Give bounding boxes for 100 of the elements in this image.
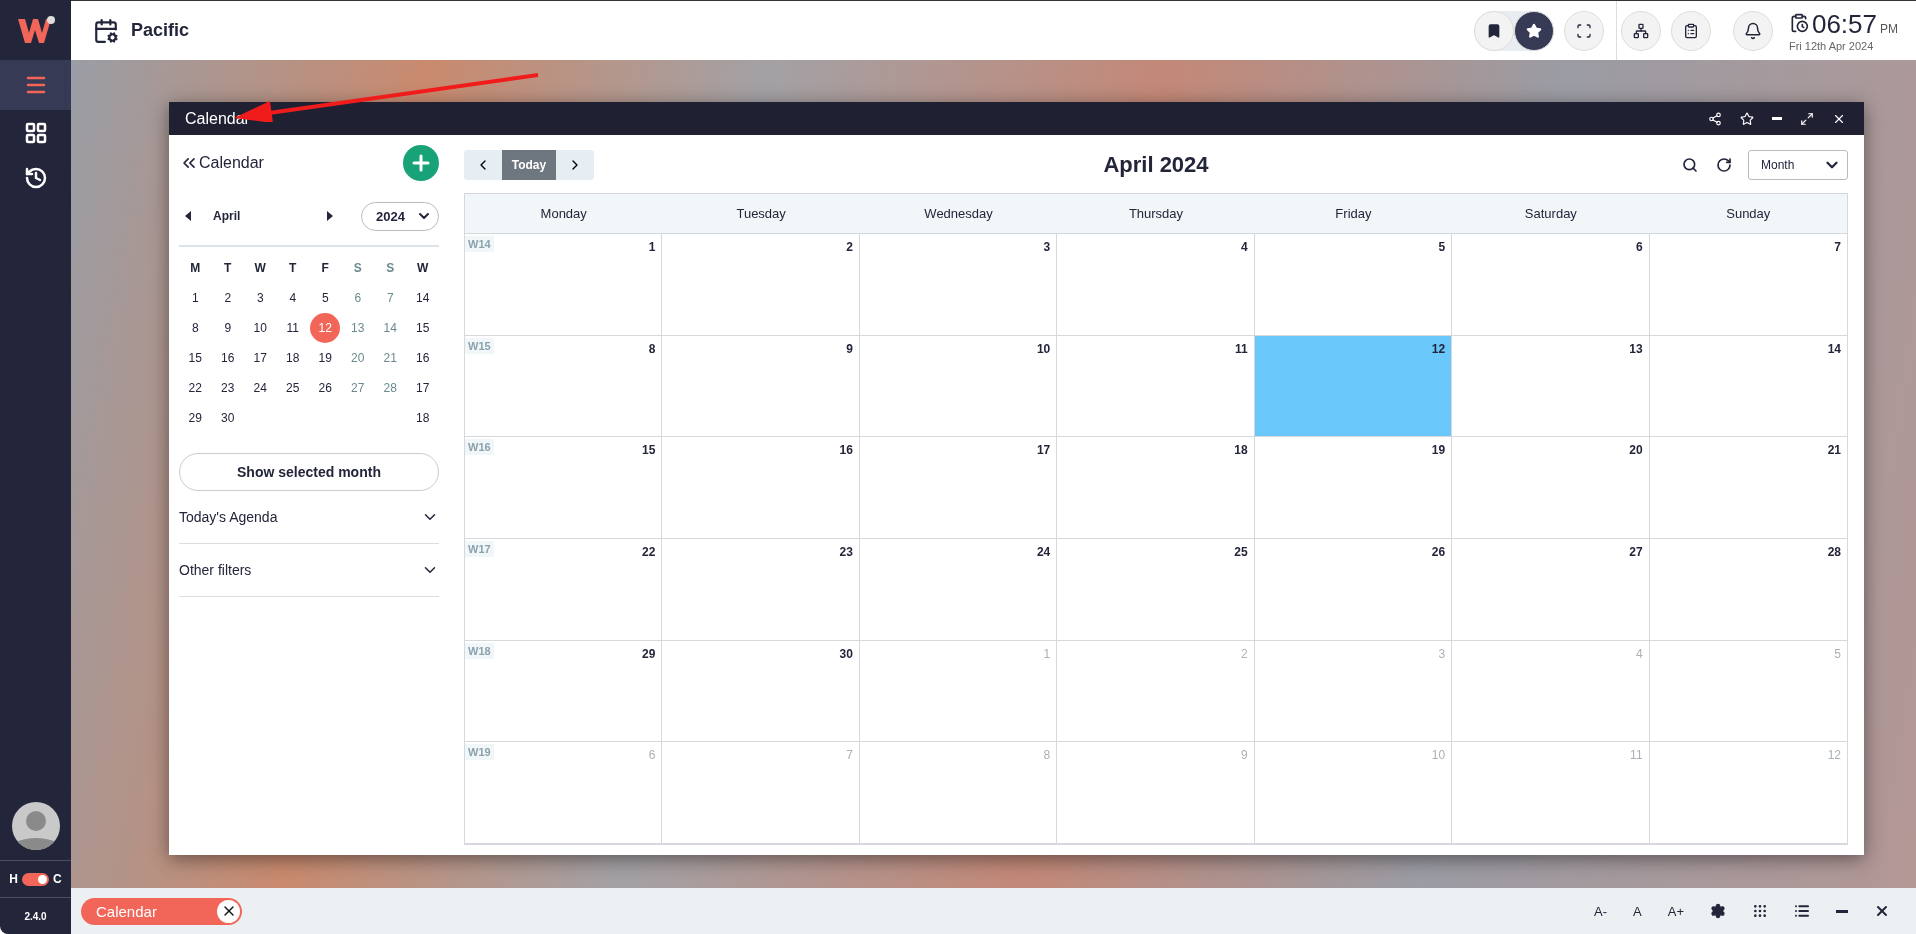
mini-calendar-day[interactable]: 28 — [375, 373, 406, 403]
mini-calendar-day[interactable]: 9 — [212, 313, 243, 343]
mini-calendar-day[interactable]: 6 — [342, 283, 373, 313]
mini-calendar-day[interactable]: 20 — [342, 343, 373, 373]
font-size-button[interactable]: A+ — [1665, 901, 1686, 921]
caret-right-icon — [327, 211, 333, 221]
toggle-right-label: C — [53, 872, 62, 886]
font-size-button[interactable]: A- — [1592, 901, 1610, 921]
font-size-button[interactable]: A — [1631, 901, 1644, 921]
day-cell[interactable]: W15 8 — [465, 335, 663, 438]
day-cell[interactable]: W16 15 — [465, 437, 663, 539]
day-cell[interactable]: 11 — [1057, 335, 1255, 438]
mini-calendar-day[interactable]: 5 — [310, 283, 341, 313]
today-button[interactable]: Today — [502, 150, 556, 180]
mini-calendar-day[interactable]: 14 — [375, 313, 406, 343]
day-cell[interactable]: 16 — [662, 437, 860, 539]
week-number: 14 — [415, 290, 431, 307]
mini-calendar-day[interactable]: 10 — [245, 313, 276, 343]
list-icon — [1794, 903, 1810, 919]
week-label: W15 — [465, 337, 494, 354]
day-cell[interactable]: 5 — [1254, 234, 1453, 336]
day-number: 2 — [1241, 646, 1248, 661]
day-number: 10 — [1036, 341, 1051, 356]
day-cell[interactable]: 13 — [1452, 335, 1650, 438]
day-number: 11 — [1235, 341, 1248, 356]
day-cell[interactable]: 23 — [662, 539, 860, 641]
mini-calendar-day[interactable]: 2 — [212, 283, 243, 313]
mini-calendar-day[interactable]: 25 — [277, 373, 308, 403]
day-cell[interactable]: 30 — [662, 640, 860, 743]
close-icon — [1874, 903, 1890, 919]
day-cell[interactable]: W17 22 — [465, 539, 663, 641]
day-cell[interactable]: 20 — [1452, 437, 1650, 539]
search-button[interactable] — [1680, 155, 1700, 175]
day-cell[interactable]: 17 — [859, 437, 1058, 539]
calendar-icon — [93, 17, 119, 44]
mini-calendar-day[interactable]: 22 — [180, 373, 211, 403]
day-cell[interactable]: 27 — [1452, 539, 1650, 641]
collapse-panel-link[interactable]: Calendar — [179, 153, 264, 173]
day-cell[interactable]: W18 29 — [465, 640, 663, 743]
day-number: 10 — [1431, 748, 1446, 763]
mini-calendar-day[interactable]: 11 — [277, 313, 308, 343]
day-cell[interactable]: 6 — [1452, 234, 1650, 336]
accordion-header[interactable]: Today's Agenda — [179, 491, 439, 544]
day-number: 9 — [846, 341, 853, 356]
mini-calendar-day[interactable]: 30 — [212, 403, 243, 433]
mini-calendar-day[interactable]: 8 — [180, 313, 211, 343]
day-cell[interactable]: 26 — [1254, 539, 1453, 641]
pin-toggle-button[interactable] — [1513, 10, 1554, 51]
close-tab-button[interactable] — [217, 899, 240, 923]
mini-calendar-day[interactable]: 17 — [245, 343, 276, 373]
mini-calendar-day[interactable]: 21 — [375, 343, 406, 373]
day-cell[interactable]: 12 — [1254, 335, 1453, 438]
day-number: 6 — [648, 748, 656, 763]
weekday-header: M — [189, 260, 202, 277]
mini-calendar-day[interactable]: 19 — [310, 343, 341, 373]
show-selected-month-button[interactable]: Show selected month — [179, 453, 439, 491]
day-column-header: Monday — [465, 194, 663, 234]
avatar-silhouette[interactable] — [11, 802, 60, 850]
refresh-button[interactable] — [1714, 155, 1734, 175]
mini-calendar-day[interactable]: 7 — [375, 283, 406, 313]
day-cell[interactable]: 3 — [859, 234, 1058, 336]
day-cell[interactable]: 25 — [1057, 539, 1255, 641]
settings-button[interactable] — [1708, 901, 1728, 921]
mini-calendar-day[interactable]: 1 — [180, 283, 211, 313]
add-event-button[interactable] — [403, 145, 439, 181]
day-cell[interactable]: 2 — [662, 234, 860, 336]
mini-calendar-day[interactable]: 16 — [212, 343, 243, 373]
mini-calendar-day[interactable]: 13 — [342, 313, 373, 343]
theme-toggle[interactable] — [22, 872, 49, 886]
mini-calendar-day[interactable]: 15 — [180, 343, 211, 373]
bell-icon — [1743, 21, 1762, 40]
mini-calendar-day[interactable]: 18 — [277, 343, 308, 373]
dots-grid-icon — [1752, 903, 1768, 919]
weekday-header: S — [385, 260, 396, 277]
mini-calendar-day[interactable]: 26 — [310, 373, 341, 403]
fullscreen-icon — [1575, 22, 1592, 39]
mini-calendar-day[interactable]: 24 — [245, 373, 276, 403]
day-cell[interactable]: 18 — [1057, 437, 1255, 539]
mini-calendar-day[interactable]: 27 — [342, 373, 373, 403]
day-number: 15 — [642, 443, 656, 458]
mini-calendar-day[interactable]: 4 — [277, 283, 308, 313]
weekday-header: W — [253, 260, 267, 277]
day-column-header: Wednesday — [859, 194, 1058, 234]
accordion-header[interactable]: Other filters — [179, 544, 439, 597]
day-number: 3 — [1043, 240, 1051, 254]
day-cell[interactable]: 10 — [859, 335, 1058, 438]
year-select[interactable]: 2024 — [361, 201, 439, 231]
mini-calendar-day[interactable]: 29 — [180, 403, 211, 433]
day-cell[interactable]: 24 — [859, 539, 1058, 641]
day-cell[interactable]: 4 — [1057, 234, 1255, 336]
pin-toggle-button[interactable] — [1473, 10, 1514, 51]
view-select[interactable]: Month — [1748, 150, 1848, 180]
settings-icon — [1710, 903, 1726, 919]
day-cell[interactable]: 19 — [1254, 437, 1453, 539]
mini-calendar-day[interactable]: 3 — [245, 283, 276, 313]
day-cell[interactable]: W14 1 — [465, 234, 663, 336]
day-cell[interactable]: 9 — [662, 335, 860, 438]
mini-calendar-day[interactable]: 23 — [212, 373, 243, 403]
clock-meridiem: PM — [1880, 22, 1898, 36]
hierarchy-button[interactable] — [1620, 10, 1661, 51]
